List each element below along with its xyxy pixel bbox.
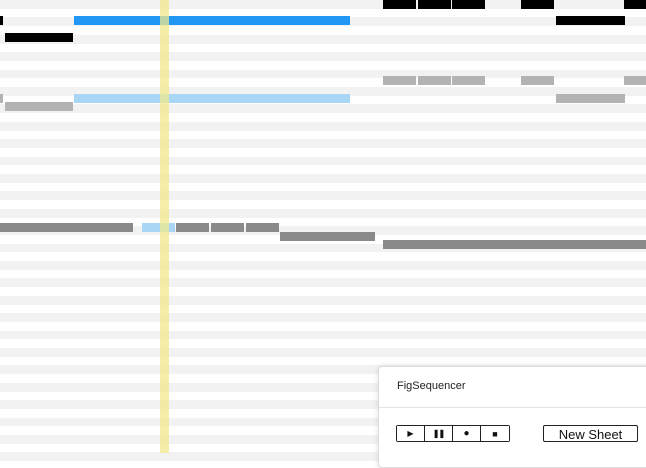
lane[interactable] (0, 287, 646, 297)
play-icon: ▶ (407, 429, 414, 438)
note-block[interactable] (0, 16, 3, 25)
note-block[interactable] (624, 0, 646, 9)
lane[interactable] (0, 130, 646, 140)
pause-button[interactable]: ❚❚ (425, 426, 453, 441)
lane[interactable] (0, 34, 646, 44)
panel-title: FigSequencer (397, 380, 466, 392)
note-block[interactable] (5, 102, 73, 111)
lane[interactable] (0, 156, 646, 166)
note-block[interactable] (521, 76, 554, 85)
note-block[interactable] (383, 240, 646, 249)
play-button[interactable]: ▶ (397, 426, 425, 441)
lane[interactable] (0, 330, 646, 340)
lane[interactable] (0, 321, 646, 331)
note-block[interactable] (0, 223, 133, 232)
stop-icon: ■ (492, 428, 498, 439)
lane[interactable] (0, 147, 646, 157)
stop-button[interactable]: ■ (481, 426, 509, 441)
lane[interactable] (0, 348, 646, 357)
transport-controls: ▶ ❚❚ ● ■ (396, 425, 510, 442)
lane[interactable] (0, 252, 646, 262)
lane[interactable] (0, 26, 646, 36)
lane[interactable] (0, 339, 646, 349)
note-block[interactable] (452, 0, 485, 9)
note-block[interactable] (624, 76, 646, 85)
pause-icon: ❚❚ (432, 429, 445, 438)
note-block[interactable] (74, 94, 350, 103)
lane[interactable] (0, 174, 646, 183)
lane[interactable] (0, 121, 646, 131)
lane[interactable] (0, 200, 646, 210)
lane[interactable] (0, 113, 646, 123)
lane[interactable] (0, 261, 646, 270)
lane[interactable] (0, 278, 646, 288)
lane[interactable] (0, 191, 646, 201)
note-block[interactable] (142, 223, 175, 232)
lane[interactable] (0, 208, 646, 218)
lane[interactable] (0, 304, 646, 314)
lane[interactable] (0, 182, 646, 192)
note-block[interactable] (211, 223, 244, 232)
lane[interactable] (0, 139, 646, 149)
note-block[interactable] (176, 223, 209, 232)
playhead[interactable] (160, 0, 169, 453)
note-block[interactable] (556, 16, 625, 25)
lane[interactable] (0, 43, 646, 53)
lane[interactable] (0, 313, 646, 323)
note-block[interactable] (0, 94, 3, 103)
note-block[interactable] (418, 0, 451, 9)
lane[interactable] (0, 269, 646, 279)
lane[interactable] (0, 165, 646, 175)
note-block[interactable] (383, 0, 416, 9)
new-sheet-button[interactable]: New Sheet (543, 425, 638, 442)
record-button[interactable]: ● (453, 426, 481, 441)
lane[interactable] (0, 104, 646, 114)
panel-divider (379, 407, 646, 408)
note-block[interactable] (383, 76, 416, 85)
note-block[interactable] (556, 94, 625, 103)
note-block[interactable] (246, 223, 279, 232)
lane[interactable] (0, 295, 646, 305)
note-block[interactable] (521, 0, 554, 9)
lane[interactable] (0, 356, 646, 366)
note-block[interactable] (418, 76, 451, 85)
note-block[interactable] (452, 76, 485, 85)
note-block[interactable] (74, 16, 350, 25)
note-block[interactable] (280, 232, 375, 241)
lane[interactable] (0, 60, 646, 70)
lane[interactable] (0, 52, 646, 62)
note-block[interactable] (5, 33, 73, 42)
record-icon: ● (463, 428, 470, 439)
